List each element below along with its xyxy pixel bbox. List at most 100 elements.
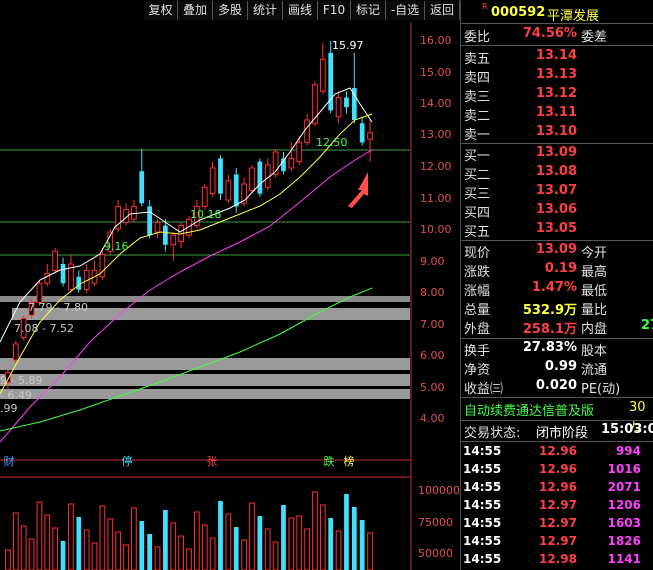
bid-row[interactable]: 买二 13.08 bbox=[461, 164, 653, 183]
tick-time: 14:55 bbox=[463, 444, 502, 458]
event-tag-drop[interactable]: 跌 bbox=[322, 455, 336, 469]
volume-bar bbox=[52, 527, 59, 570]
candle-body[interactable] bbox=[288, 157, 295, 169]
event-tag-suspend[interactable]: 停 bbox=[120, 455, 134, 469]
candle-body[interactable] bbox=[12, 343, 19, 361]
volume-bar bbox=[12, 512, 19, 570]
tick-row: 14:55 12.97 1206 bbox=[461, 498, 653, 516]
ask-label: 卖四 bbox=[464, 71, 491, 86]
annotation-arrow bbox=[348, 172, 368, 208]
volume-bar bbox=[91, 542, 98, 570]
bid-row[interactable]: 买一 13.09 bbox=[461, 145, 653, 164]
stat-label: 涨跌 bbox=[464, 265, 491, 280]
tick-volume: 994 bbox=[615, 444, 641, 458]
stat-label: 现价 bbox=[464, 246, 491, 261]
candle-body[interactable] bbox=[139, 171, 145, 204]
multi-stock-button[interactable]: 多股 bbox=[213, 1, 248, 20]
chip-label: - 6.49 bbox=[0, 389, 32, 402]
volume-bar bbox=[209, 537, 216, 570]
stock-name: 平潭发展 bbox=[547, 9, 600, 24]
ask-label: 卖三 bbox=[464, 90, 491, 105]
candle-body[interactable] bbox=[359, 123, 365, 143]
bid-row[interactable]: 买五 13.05 bbox=[461, 221, 653, 240]
status-label: 交易状态: bbox=[464, 426, 521, 441]
f10-button[interactable]: F10 bbox=[318, 1, 351, 20]
candle-body[interactable] bbox=[131, 205, 137, 220]
bid-price: 13.08 bbox=[535, 164, 577, 179]
fin-row: 收益㈢ 0.020 PE(动) bbox=[461, 378, 653, 397]
remove-watchlist-button[interactable]: -自选 bbox=[386, 1, 425, 20]
fin-label: 换手 bbox=[464, 344, 491, 359]
tick-time: 14:55 bbox=[463, 534, 502, 548]
bid-row[interactable]: 买三 13.07 bbox=[461, 183, 653, 202]
event-tag-limit-up[interactable]: 张 bbox=[205, 455, 219, 469]
volume-bar bbox=[131, 507, 137, 570]
candle-body[interactable] bbox=[257, 161, 263, 194]
back-button[interactable]: 返回 bbox=[425, 1, 460, 20]
volume-bar bbox=[5, 549, 11, 570]
volume-bar bbox=[194, 511, 200, 570]
candle-body[interactable] bbox=[296, 141, 303, 163]
tick-volume: 1141 bbox=[607, 552, 641, 566]
candle-body[interactable] bbox=[36, 282, 43, 303]
candle-body[interactable] bbox=[344, 97, 349, 108]
divider bbox=[461, 23, 653, 24]
ask-row[interactable]: 卖一 13.10 bbox=[461, 124, 653, 143]
candle-body[interactable] bbox=[163, 225, 168, 245]
overlay-button[interactable]: 叠加 bbox=[178, 1, 213, 20]
ask-label: 卖一 bbox=[464, 128, 491, 143]
candle-body[interactable] bbox=[154, 221, 161, 233]
candle-body[interactable] bbox=[76, 276, 82, 290]
ask-row[interactable]: 卖五 13.14 bbox=[461, 48, 653, 67]
volume-bar bbox=[272, 541, 279, 570]
candle-body[interactable] bbox=[233, 174, 239, 207]
candle-body[interactable] bbox=[218, 158, 223, 194]
restore-rights-button[interactable]: 复权 bbox=[144, 1, 178, 20]
candle-body[interactable] bbox=[170, 234, 177, 246]
chip-label: 9 - 5.89 bbox=[0, 374, 43, 387]
volume-bar bbox=[163, 510, 168, 570]
ask-row[interactable]: 卖二 13.11 bbox=[461, 105, 653, 124]
candle-body[interactable] bbox=[335, 97, 342, 118]
volume-tick: 50000 bbox=[418, 547, 453, 560]
candle-body[interactable] bbox=[367, 132, 373, 140]
ask-price: 13.10 bbox=[535, 124, 577, 139]
tick-time: 14:55 bbox=[463, 498, 502, 512]
candle-body[interactable] bbox=[249, 167, 255, 191]
statistics-button[interactable]: 统计 bbox=[248, 1, 283, 20]
candle-body[interactable] bbox=[209, 167, 216, 195]
price-tick: 6.00 bbox=[420, 349, 445, 362]
ask-row[interactable]: 卖四 13.13 bbox=[461, 67, 653, 86]
volume-bar bbox=[249, 502, 255, 570]
candle-body[interactable] bbox=[319, 58, 326, 92]
status-time: 15:03:00 bbox=[601, 422, 653, 437]
candle-body[interactable] bbox=[225, 180, 232, 201]
candle-body[interactable] bbox=[52, 250, 59, 271]
draw-line-button[interactable]: 画线 bbox=[283, 1, 318, 20]
ask-price: 13.14 bbox=[535, 48, 577, 63]
volume-bar bbox=[20, 525, 27, 570]
volume-bar bbox=[170, 522, 177, 570]
ask-row[interactable]: 卖三 13.12 bbox=[461, 86, 653, 105]
event-tag-finance[interactable]: 财 bbox=[2, 455, 16, 469]
trade-status-row: 交易状态: 闭市阶段 15:03:00 bbox=[461, 422, 653, 441]
volume-bar bbox=[99, 505, 106, 570]
candle-body[interactable] bbox=[304, 119, 310, 143]
volume-bar bbox=[201, 524, 208, 570]
candle-body[interactable] bbox=[201, 186, 208, 207]
promo-banner[interactable]: 自动续费通达信普及版 30万 bbox=[461, 400, 653, 434]
mark-button[interactable]: 标记 bbox=[351, 1, 386, 20]
volume-bar bbox=[83, 529, 90, 570]
volume-bar bbox=[304, 528, 310, 570]
price-tick: 16.00 bbox=[420, 34, 452, 47]
stat-label: 外盘 bbox=[464, 322, 491, 337]
volume-bar bbox=[264, 528, 271, 570]
bid-row[interactable]: 买四 13.06 bbox=[461, 202, 653, 221]
candle-body[interactable] bbox=[147, 206, 152, 236]
stat-row: 外盘 258.1万 内盘 27 bbox=[461, 318, 653, 337]
event-tag-list[interactable]: 榜 bbox=[342, 455, 356, 469]
candle-body[interactable] bbox=[60, 264, 66, 284]
volume-bar bbox=[44, 514, 51, 570]
stat-label2: 最高 bbox=[581, 265, 608, 280]
kline-chart[interactable]: 16.00 15.00 14.00 13.00 12.00 11.00 10.0… bbox=[0, 22, 460, 570]
